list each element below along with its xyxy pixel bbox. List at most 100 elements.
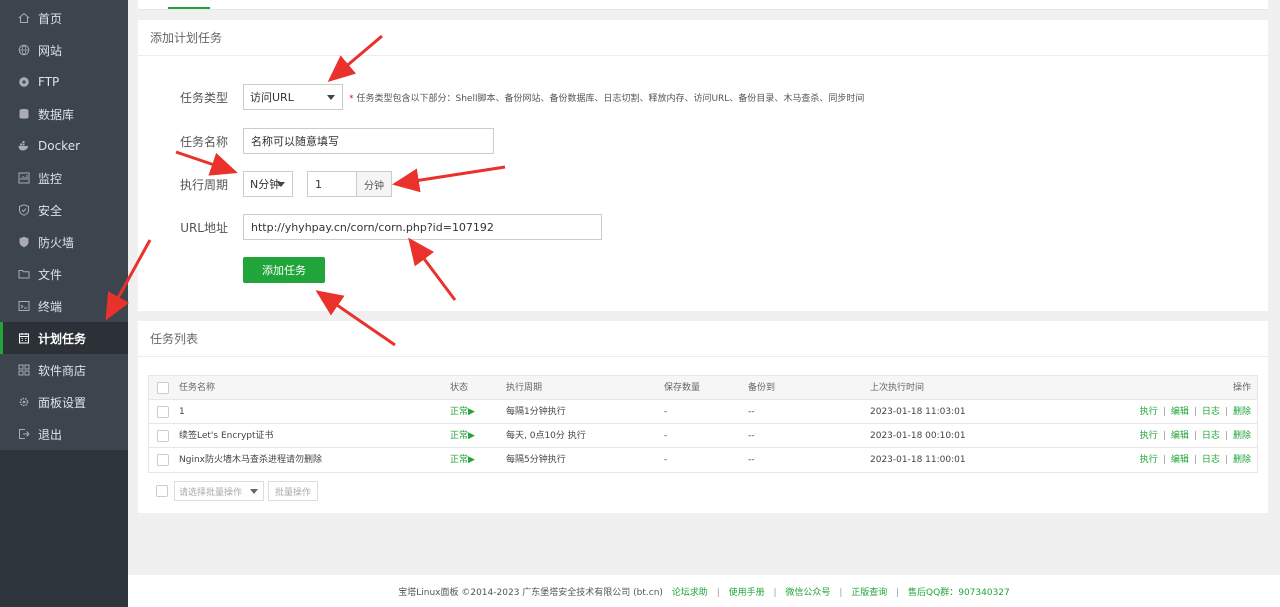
footer-separator: | [773,588,777,598]
task-name-input[interactable] [243,128,494,154]
status-badge[interactable]: 正常▶ [450,448,475,472]
period-cell: 每天, 0点10分 执行 [506,431,586,441]
shield-icon [18,204,30,216]
period-cell: 每隔1分钟执行 [506,407,566,417]
batch-button[interactable]: 批量操作 [268,481,319,501]
task-type-label: 任务类型 [179,90,228,105]
sidebar-item-database[interactable]: 数据库 [0,98,128,130]
task-name-label: 任务名称 [179,134,228,149]
footer-separator: | [716,588,720,598]
col-period-header: 执行周期 [506,383,543,393]
period-label: 执行周期 [179,177,228,192]
add-task-panel: 添加计划任务 任务类型 访问URL * 任务类型包含以下部分：Shell脚本、备份… [138,20,1268,311]
sidebar-item-cron[interactable]: 计划任务 [0,322,128,354]
ops-separator: | [1193,455,1197,465]
edit-link[interactable]: 编辑 [1171,407,1189,417]
sidebar-item-home[interactable]: 首页 [0,2,128,34]
batch-actions: 请选择批量操作 批量操作 [148,481,319,501]
url-label: URL地址 [180,220,228,235]
sidebar-item-security[interactable]: 安全 [0,194,128,226]
sidebar-item-monitor[interactable]: 监控 [0,162,128,194]
table-row: 1 正常▶ 每隔1分钟执行 - -- 2023-01-18 11:03:01 执… [149,400,1257,424]
row-checkbox[interactable] [157,454,169,466]
sidebar-item-firewall[interactable]: 防火墙 [0,226,128,258]
sidebar-item-label: 文件 [38,267,63,282]
add-task-button[interactable]: 添加任务 [243,257,325,283]
sidebar-item-label: FTP [38,75,60,89]
chevron-down-icon [250,489,258,494]
batch-checkbox[interactable] [156,485,168,497]
sidebar-nav: 首页 网站 FTP 数据库 Docker 监控 安全 防火墙 文件 终端 计划任… [0,2,128,450]
sidebar: 首页 网站 FTP 数据库 Docker 监控 安全 防火墙 文件 终端 计划任… [0,0,128,607]
col-keep-header: 保存数量 [664,383,701,393]
sidebar-item-settings[interactable]: 面板设置 [0,386,128,418]
task-type-select[interactable]: 访问URL [243,84,343,110]
period-row: 执行周期 N分钟 分钟 [138,171,392,197]
chevron-down-icon [277,182,285,187]
batch-select[interactable]: 请选择批量操作 [174,481,264,501]
footer: 宝塔Linux面板 ©2014-2023 广东堡塔安全技术有限公司 (bt.cn… [128,575,1280,607]
edit-link[interactable]: 编辑 [1171,431,1189,441]
footer-link-verify[interactable]: 正版查询 [851,588,887,598]
backup-cell: -- [748,407,755,417]
footer-link-forum[interactable]: 论坛求助 [672,588,708,598]
last-run-cell: 2023-01-18 00:10:01 [870,431,966,441]
sidebar-item-store[interactable]: 软件商店 [0,354,128,386]
footer-link-wechat[interactable]: 微信公众号 [785,588,830,598]
add-task-title: 添加计划任务 [138,20,1268,56]
period-value: N分钟 [250,178,281,191]
globe-icon [18,44,30,56]
task-name-cell: 1 [179,407,185,417]
status-badge[interactable]: 正常▶ [450,400,475,424]
task-name-cell: Nginx防火墙木马查杀进程请勿删除 [179,455,322,465]
footer-link-manual[interactable]: 使用手册 [729,588,765,598]
sidebar-item-label: 软件商店 [38,363,87,378]
task-list-title: 任务列表 [138,321,1268,357]
sidebar-item-logout[interactable]: 退出 [0,418,128,450]
sidebar-item-ftp[interactable]: FTP [0,66,128,98]
ops-separator: | [1193,431,1197,441]
task-list-panel: 任务列表 任务名称 状态 执行周期 保存数量 备份到 上次执行时间 操作 1 正… [138,321,1268,513]
delete-link[interactable]: 删除 [1233,407,1251,417]
sidebar-item-label: 退出 [38,427,63,442]
ops-separator: | [1162,455,1166,465]
sidebar-item-terminal[interactable]: 终端 [0,290,128,322]
monitor-icon [18,172,30,184]
sidebar-item-label: 终端 [38,299,63,314]
edit-link[interactable]: 编辑 [1171,455,1189,465]
period-unit-addon: 分钟 [357,171,392,197]
url-input[interactable] [243,214,602,240]
log-link[interactable]: 日志 [1202,455,1220,465]
last-run-cell: 2023-01-18 11:03:01 [870,407,966,417]
sidebar-item-label: 面板设置 [38,395,87,410]
sidebar-item-files[interactable]: 文件 [0,258,128,290]
period-number-input[interactable] [307,171,357,197]
sidebar-item-docker[interactable]: Docker [0,130,128,162]
footer-link-qq[interactable]: 售后QQ群：907340327 [908,588,1010,598]
period-select[interactable]: N分钟 [243,171,293,197]
firewall-icon [18,236,30,248]
sidebar-item-website[interactable]: 网站 [0,34,128,66]
delete-link[interactable]: 删除 [1233,431,1251,441]
run-link[interactable]: 执行 [1140,431,1158,441]
run-link[interactable]: 执行 [1140,455,1158,465]
run-link[interactable]: 执行 [1140,407,1158,417]
folder-icon [18,268,30,280]
delete-link[interactable]: 删除 [1233,455,1251,465]
sidebar-item-label: 网站 [38,43,63,58]
select-all-checkbox[interactable] [157,382,169,394]
gear-icon [18,396,30,408]
log-link[interactable]: 日志 [1202,431,1220,441]
col-last-header: 上次执行时间 [870,383,925,393]
keep-cell: - [664,455,668,465]
database-icon [18,108,30,120]
backup-cell: -- [748,431,755,441]
row-checkbox[interactable] [157,406,169,418]
table-header-row: 任务名称 状态 执行周期 保存数量 备份到 上次执行时间 操作 [149,376,1257,400]
row-checkbox[interactable] [157,430,169,442]
ops-separator: | [1224,455,1228,465]
log-link[interactable]: 日志 [1202,407,1220,417]
footer-separator: | [896,588,900,598]
status-badge[interactable]: 正常▶ [450,424,475,448]
home-icon [18,12,30,24]
